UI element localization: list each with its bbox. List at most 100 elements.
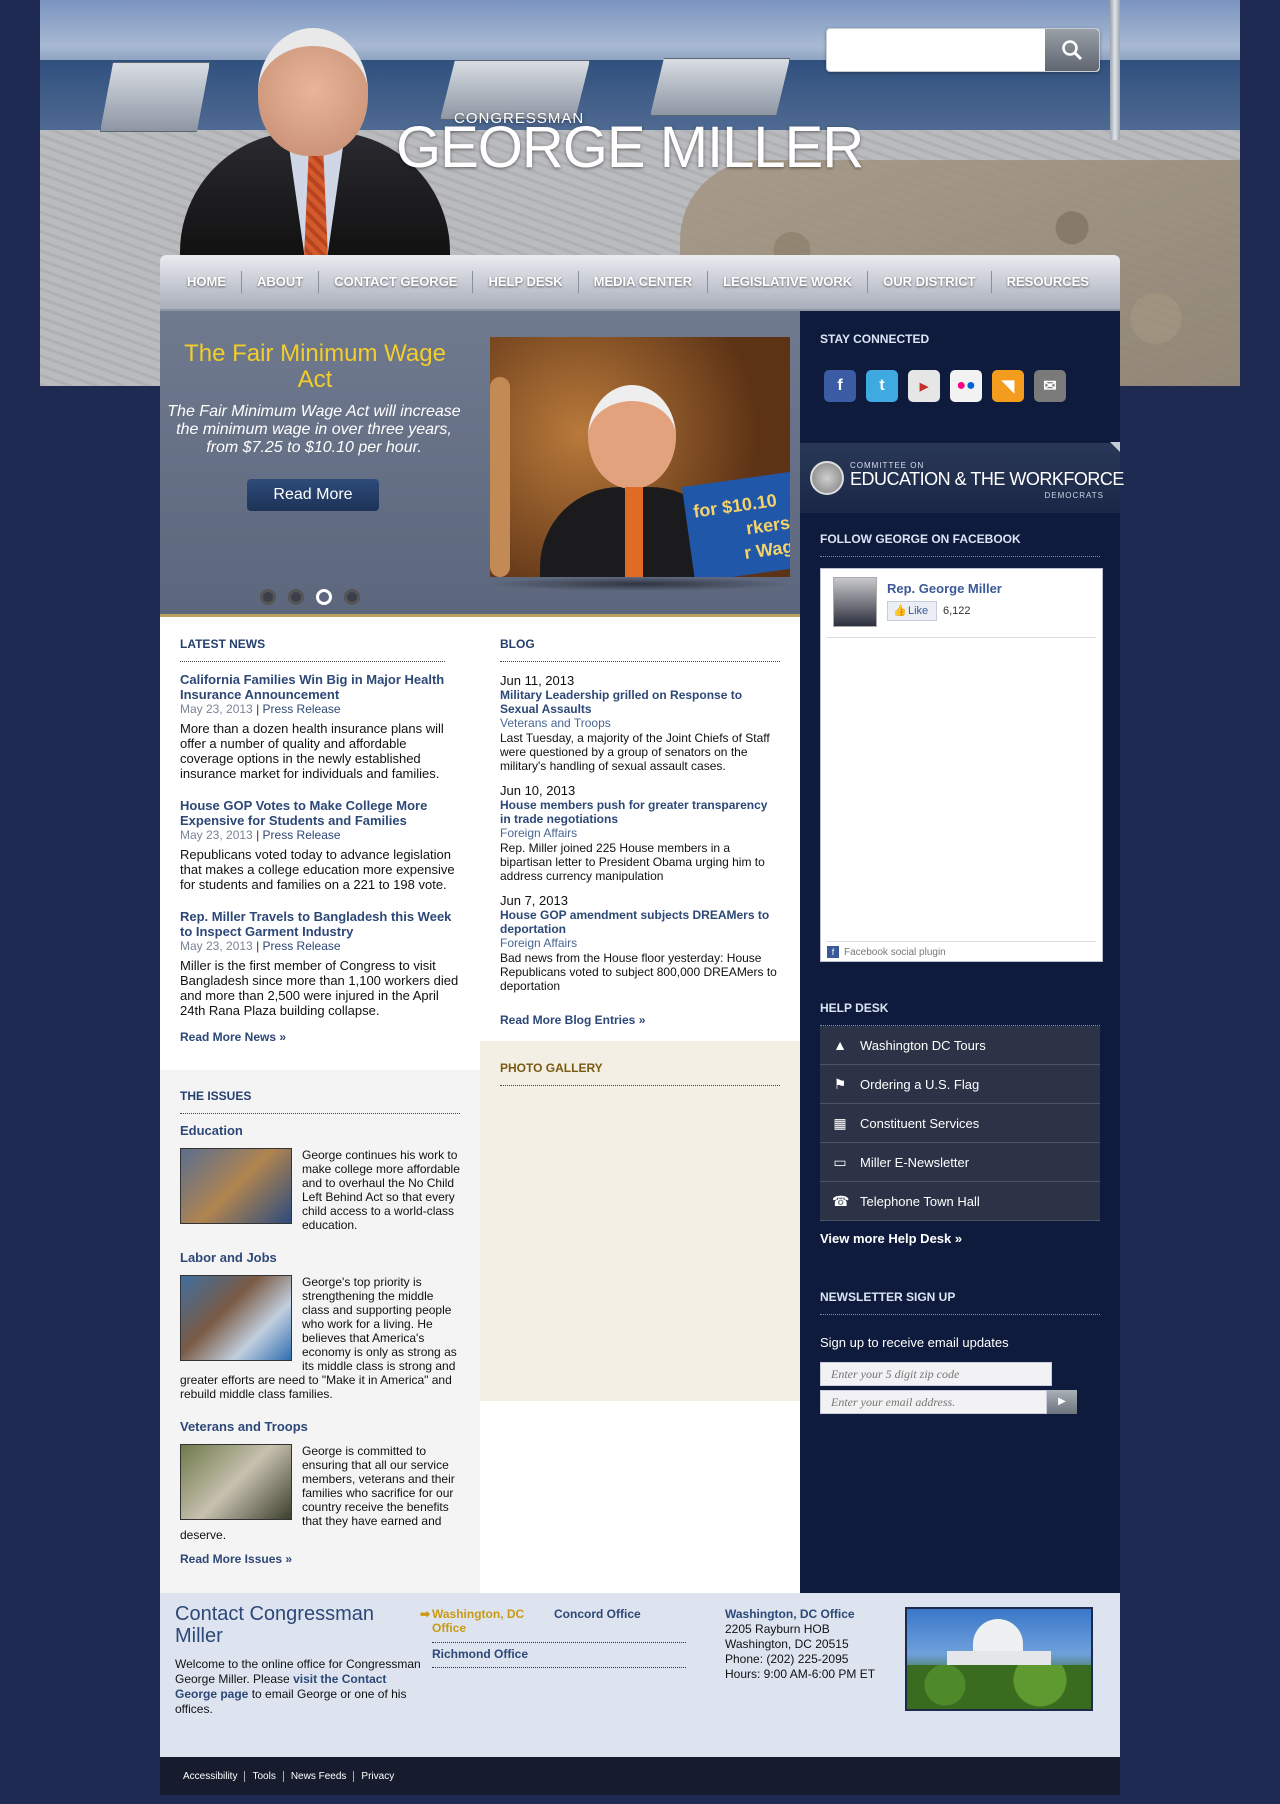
- read-more-blog-link[interactable]: Read More Blog Entries »: [500, 1013, 780, 1027]
- feature-photo[interactable]: for $10.10 rkers r Wag: [490, 337, 790, 577]
- news-heading: LATEST NEWS: [180, 637, 266, 651]
- monument-icon: ▲: [833, 1037, 847, 1053]
- tools-link[interactable]: Tools: [245, 1770, 284, 1782]
- contact-intro: Welcome to the online office for Congres…: [175, 1657, 421, 1716]
- arrow-icon: ➡: [420, 1607, 431, 1621]
- news-item-title[interactable]: House GOP Votes to Make College More Exp…: [180, 798, 462, 828]
- slide-dot[interactable]: [288, 589, 304, 605]
- news-item-text: Republicans voted today to advance legis…: [180, 847, 455, 892]
- news-date: May 23, 2013: [180, 702, 253, 716]
- news-item-title[interactable]: California Families Win Big in Major Hea…: [180, 672, 462, 702]
- email-field[interactable]: [820, 1390, 1047, 1414]
- news-section: LATEST NEWS: [180, 637, 445, 662]
- labor-photo[interactable]: [180, 1275, 292, 1361]
- nav-resources[interactable]: RESOURCES: [992, 271, 1104, 293]
- blog-item-title[interactable]: House members push for greater transpare…: [500, 798, 780, 826]
- telephone-icon: ☎: [832, 1193, 850, 1209]
- youtube-icon[interactable]: ▶: [908, 370, 940, 402]
- issue-title[interactable]: Veterans and Troops: [180, 1419, 460, 1434]
- issues-list: Education George continues his work to m…: [180, 1123, 460, 1566]
- search-button[interactable]: [1045, 29, 1099, 71]
- help-desk-item[interactable]: ⚑ Ordering a U.S. Flag: [820, 1065, 1100, 1104]
- slide-dot-active[interactable]: [316, 589, 332, 605]
- nav-our-district[interactable]: OUR DISTRICT: [868, 271, 992, 293]
- office-tab-washington[interactable]: Washington, DC Office: [432, 1607, 532, 1635]
- nav-media-center[interactable]: MEDIA CENTER: [579, 271, 709, 293]
- news-type-link[interactable]: Press Release: [263, 702, 341, 716]
- issue-title[interactable]: Labor and Jobs: [180, 1250, 460, 1265]
- feature-title[interactable]: The Fair Minimum Wage Act: [170, 341, 460, 393]
- address-line2: Washington, DC 20515: [725, 1637, 849, 1651]
- blog-category-link[interactable]: Veterans and Troops: [500, 716, 780, 731]
- read-more-news-link[interactable]: Read More News »: [180, 1030, 462, 1044]
- nav-help-desk[interactable]: HELP DESK: [473, 271, 579, 293]
- facebook-avatar[interactable]: [833, 577, 877, 627]
- feature-subtitle: The Fair Minimum Wage Act will increase …: [167, 403, 461, 456]
- issue-item: Veterans and Troops George is committed …: [180, 1419, 460, 1542]
- news-item-title[interactable]: Rep. Miller Travels to Bangladesh this W…: [180, 909, 462, 939]
- memorial-kiosk: [650, 58, 790, 116]
- main-nav: HOME ABOUT CONTACT GEORGE HELP DESK MEDI…: [160, 255, 1120, 311]
- facebook-plugin-label: f Facebook social plugin: [827, 941, 1096, 958]
- blog-date: Jun 7, 2013: [500, 893, 568, 908]
- privacy-link[interactable]: Privacy: [354, 1771, 401, 1782]
- blog-item-text: Last Tuesday, a majority of the Joint Ch…: [500, 731, 770, 773]
- slide-dot[interactable]: [344, 589, 360, 605]
- twitter-icon[interactable]: t: [866, 370, 898, 402]
- blog-category-link[interactable]: Foreign Affairs: [500, 936, 780, 951]
- nav-legislative-work[interactable]: LEGISLATIVE WORK: [708, 271, 869, 293]
- blog-heading: BLOG: [500, 637, 535, 651]
- zip-code-field[interactable]: [820, 1362, 1052, 1386]
- help-desk-item[interactable]: ☎ Telephone Town Hall: [820, 1182, 1100, 1221]
- facebook-small-icon: f: [827, 946, 839, 958]
- slide-dots: [260, 589, 360, 605]
- read-more-button[interactable]: Read More: [247, 479, 379, 511]
- footer-contact: Contact Congressman Miller Welcome to th…: [160, 1593, 1120, 1757]
- view-more-help-desk-link[interactable]: View more Help Desk »: [820, 1231, 1100, 1246]
- office-tab-richmond[interactable]: Richmond Office: [432, 1647, 528, 1661]
- facebook-page-name[interactable]: Rep. George Miller: [887, 581, 1002, 596]
- flag-pole: [1110, 0, 1120, 140]
- email-icon[interactable]: ✉: [1034, 370, 1066, 402]
- committee-sub: DEMOCRATS: [1044, 491, 1104, 500]
- facebook-like-button[interactable]: 👍 Like: [887, 601, 937, 621]
- issue-item: Education George continues his work to m…: [180, 1123, 460, 1232]
- news-type-link[interactable]: Press Release: [263, 828, 341, 842]
- search-input[interactable]: [831, 33, 1041, 67]
- education-photo[interactable]: [180, 1148, 292, 1224]
- news-type-link[interactable]: Press Release: [263, 939, 341, 953]
- newsletter-text: Sign up to receive email updates: [820, 1335, 1009, 1350]
- photo-gallery: PHOTO GALLERY: [480, 1041, 800, 1401]
- facebook-icon[interactable]: f: [824, 370, 856, 402]
- nav-about[interactable]: ABOUT: [242, 271, 320, 293]
- blog-item-title[interactable]: House GOP amendment subjects DREAMers to…: [500, 908, 780, 936]
- nav-home[interactable]: HOME: [172, 271, 242, 293]
- address-line1: 2205 Rayburn HOB: [725, 1622, 830, 1636]
- blog-category-link[interactable]: Foreign Affairs: [500, 826, 780, 841]
- newsletter-signup: NEWSLETTER SIGN UP Sign up to receive em…: [800, 1290, 1120, 1414]
- help-desk-item[interactable]: ▲ Washington DC Tours: [820, 1026, 1100, 1065]
- blog-date: Jun 11, 2013: [500, 673, 575, 688]
- nav-contact-george[interactable]: CONTACT GEORGE: [319, 271, 474, 293]
- computer-icon: ▭: [833, 1154, 847, 1170]
- newsletter-submit-button[interactable]: ▶: [1047, 1390, 1077, 1414]
- issue-title[interactable]: Education: [180, 1123, 460, 1138]
- committee-banner[interactable]: COMMITTEE ON EDUCATION & THE WORKFORCE D…: [800, 442, 1124, 513]
- newsletter-heading: NEWSLETTER SIGN UP: [820, 1290, 956, 1304]
- help-desk-item[interactable]: ▦ Constituent Services: [820, 1104, 1100, 1143]
- help-desk-item[interactable]: ▭ Miller E-Newsletter: [820, 1143, 1100, 1182]
- blog-item-title[interactable]: Military Leadership grilled on Response …: [500, 688, 780, 716]
- veterans-photo[interactable]: [180, 1444, 292, 1520]
- flickr-icon[interactable]: ● ●: [950, 370, 982, 402]
- page-body: The Fair Minimum Wage Act The Fair Minim…: [160, 311, 1124, 1593]
- news-feeds-link[interactable]: News Feeds: [284, 1770, 355, 1782]
- office-phone: Phone: (202) 225-2095: [725, 1652, 849, 1666]
- office-tab-concord[interactable]: Concord Office: [554, 1607, 641, 1621]
- read-more-issues-link[interactable]: Read More Issues »: [180, 1552, 460, 1566]
- sidebar: STAY CONNECTED f t ▶ ● ● ◥ ✉ COMMITTEE ON…: [800, 311, 1124, 1593]
- accessibility-link[interactable]: Accessibility: [176, 1770, 246, 1782]
- slide-dot[interactable]: [260, 589, 276, 605]
- rss-icon[interactable]: ◥: [992, 370, 1024, 402]
- issues-heading: THE ISSUES: [180, 1089, 252, 1103]
- search-icon: [1062, 40, 1083, 61]
